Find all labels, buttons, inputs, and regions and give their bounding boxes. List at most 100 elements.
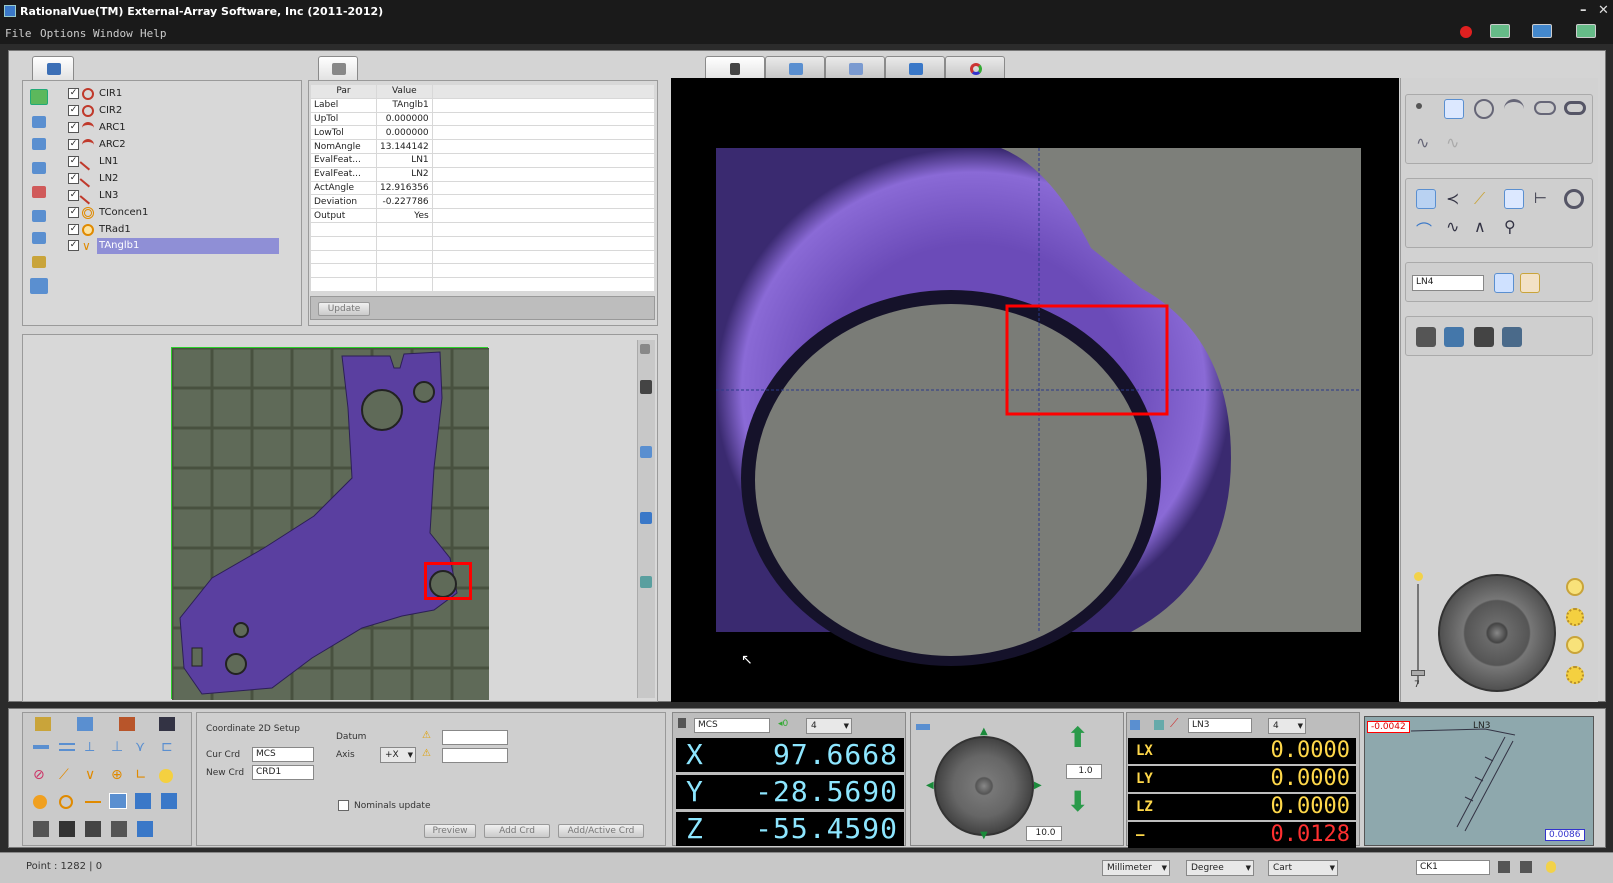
perp-construct-icon[interactable]: ⟂ bbox=[85, 739, 94, 755]
cur-crd-field[interactable]: MCS bbox=[252, 747, 314, 762]
close-button[interactable]: ✕ bbox=[1598, 3, 1609, 18]
tangent-construct-icon[interactable]: ⊥ bbox=[111, 739, 123, 755]
datum-icon[interactable] bbox=[161, 793, 177, 809]
palette-tab-align-icon[interactable] bbox=[159, 717, 175, 731]
probe-tool-icon[interactable] bbox=[59, 821, 75, 837]
table-row[interactable]: LowTol 0.000000 bbox=[310, 125, 656, 141]
ruler-icon[interactable] bbox=[32, 232, 46, 244]
light-slider[interactable]: 7 bbox=[1411, 570, 1425, 694]
param-value[interactable]: LN2 bbox=[376, 166, 433, 182]
feature-decimal-select[interactable]: 4 bbox=[1268, 718, 1306, 734]
datum-field[interactable] bbox=[442, 730, 508, 745]
checkbox[interactable]: ✓ bbox=[68, 224, 79, 235]
param-value[interactable]: 0.000000 bbox=[376, 111, 433, 127]
capture-icon[interactable] bbox=[1416, 327, 1436, 347]
table-row[interactable]: NomAngle 13.144142 bbox=[310, 139, 656, 154]
tree-item[interactable]: ✓ LN3 bbox=[68, 187, 283, 205]
new-crd-field[interactable]: CRD1 bbox=[252, 765, 314, 780]
vee-construct-icon[interactable]: ∨ bbox=[85, 767, 95, 783]
table-row[interactable]: ActAngle 12.916356 bbox=[310, 180, 656, 196]
curve-tool-icon[interactable]: ∿ bbox=[1416, 133, 1436, 153]
tree-item[interactable]: ✓ TConcen1 bbox=[68, 205, 283, 221]
record-icon[interactable] bbox=[1474, 327, 1494, 347]
tree-item[interactable]: ✓ CIR1 bbox=[68, 86, 283, 102]
cross-construct-icon[interactable]: ⊕ bbox=[111, 767, 123, 783]
coord-mode-select[interactable]: Cart bbox=[1268, 860, 1338, 876]
jog-mode-icon[interactable] bbox=[916, 724, 930, 730]
crd-field[interactable]: CK1 bbox=[1416, 860, 1490, 875]
tab-camera[interactable] bbox=[705, 56, 765, 80]
checkbox[interactable]: ✓ bbox=[68, 173, 79, 184]
checkbox[interactable]: ✓ bbox=[68, 139, 79, 150]
tree-item[interactable]: ✓ CIR2 bbox=[68, 103, 283, 119]
step-small-field[interactable]: 1.0 bbox=[1066, 764, 1102, 779]
xy-joystick[interactable] bbox=[934, 736, 1034, 836]
line-construct-icon[interactable] bbox=[33, 745, 49, 749]
home-icon[interactable] bbox=[1490, 24, 1510, 38]
lock-icon[interactable] bbox=[678, 718, 686, 728]
menu-window[interactable]: Window bbox=[93, 27, 133, 40]
coord-icon[interactable] bbox=[1154, 720, 1164, 730]
checkbox[interactable]: ✓ bbox=[68, 190, 79, 201]
palette-tab-tolerance-icon[interactable] bbox=[119, 717, 135, 731]
add-active-crd-button[interactable]: Add/Active Crd bbox=[558, 824, 644, 838]
circle-fill-icon[interactable] bbox=[159, 769, 173, 783]
sun-light-icon[interactable] bbox=[1566, 666, 1584, 684]
parallel-icon[interactable] bbox=[1504, 189, 1524, 209]
angle-icon[interactable]: ∧ bbox=[1474, 217, 1494, 237]
indent-icon[interactable] bbox=[32, 138, 46, 150]
probe-icon[interactable]: ⟋ bbox=[1474, 189, 1494, 209]
table-row[interactable]: UpTol 0.000000 bbox=[310, 111, 656, 127]
axis-field[interactable] bbox=[442, 748, 508, 763]
line-tool-icon[interactable] bbox=[1444, 99, 1464, 119]
machine-view-icon[interactable] bbox=[640, 512, 652, 524]
edit-feature-icon[interactable] bbox=[1520, 273, 1540, 293]
crosshair-person-icon[interactable]: ⚲ bbox=[1504, 217, 1524, 237]
minimize-button[interactable]: – bbox=[1580, 3, 1587, 18]
arc-tool-icon[interactable] bbox=[1504, 99, 1524, 119]
check-icon[interactable] bbox=[30, 89, 48, 105]
chart-icon[interactable] bbox=[32, 186, 46, 198]
tree-item[interactable]: ✓ ARC1 bbox=[68, 120, 283, 136]
param-value[interactable]: TAnglb1 bbox=[376, 97, 433, 113]
concentric-icon[interactable] bbox=[1564, 189, 1584, 209]
light-status-icon[interactable] bbox=[1546, 861, 1556, 873]
slider-thumb[interactable] bbox=[1411, 670, 1425, 676]
palette-tab-construct-icon[interactable] bbox=[77, 717, 93, 731]
feature-name-input[interactable]: LN4 bbox=[1412, 275, 1484, 291]
z-up-icon[interactable]: ⬆ bbox=[1066, 724, 1089, 752]
parallel-construct-icon[interactable] bbox=[59, 743, 75, 751]
coax-light-icon[interactable] bbox=[1566, 608, 1584, 626]
table-row[interactable]: Label TAnglb1 bbox=[310, 97, 656, 113]
checkbox[interactable]: ✓ bbox=[68, 122, 79, 133]
point-tool-icon[interactable] bbox=[1416, 103, 1422, 109]
deviation-plot[interactable]: -0.0042 LN3 0.0086 bbox=[1364, 716, 1594, 846]
step-large-field[interactable]: 10.0 bbox=[1026, 826, 1062, 841]
hole-icon[interactable] bbox=[33, 795, 47, 809]
tab-color[interactable] bbox=[945, 56, 1005, 80]
arc-construct-icon[interactable]: ⌒ bbox=[1416, 217, 1436, 240]
camera-icon[interactable] bbox=[640, 380, 652, 394]
param-value[interactable]: LN1 bbox=[376, 152, 433, 168]
tab-parameters[interactable] bbox=[318, 56, 358, 80]
display-icon[interactable] bbox=[1532, 24, 1552, 38]
tree-item[interactable]: ✓ ARC2 bbox=[68, 137, 283, 153]
up-arrow-icon[interactable]: ▲ bbox=[980, 726, 988, 737]
checkbox[interactable]: ✓ bbox=[68, 88, 79, 99]
circle-tool-icon[interactable] bbox=[1474, 99, 1494, 119]
param-value[interactable]: 0.000000 bbox=[376, 125, 433, 141]
right-arrow-icon[interactable]: ▶ bbox=[1034, 780, 1042, 791]
checkbox[interactable]: ✓ bbox=[68, 156, 79, 167]
machine-icon[interactable] bbox=[1576, 24, 1596, 38]
report-icon[interactable] bbox=[30, 278, 48, 294]
table-row[interactable]: Output Yes bbox=[310, 208, 656, 223]
left-arrow-icon[interactable]: ◀ bbox=[926, 780, 934, 791]
table-row[interactable]: EvalFeat... LN1 bbox=[310, 152, 656, 168]
overview-image[interactable] bbox=[171, 347, 489, 700]
back-light-icon[interactable] bbox=[1566, 636, 1584, 654]
param-value[interactable]: Yes bbox=[376, 208, 433, 223]
add-crd-button[interactable]: Add Crd bbox=[484, 824, 550, 838]
edge-trace-icon[interactable]: ∿ bbox=[1446, 217, 1466, 237]
tab-features[interactable] bbox=[32, 56, 74, 80]
dash-icon[interactable] bbox=[85, 801, 101, 803]
